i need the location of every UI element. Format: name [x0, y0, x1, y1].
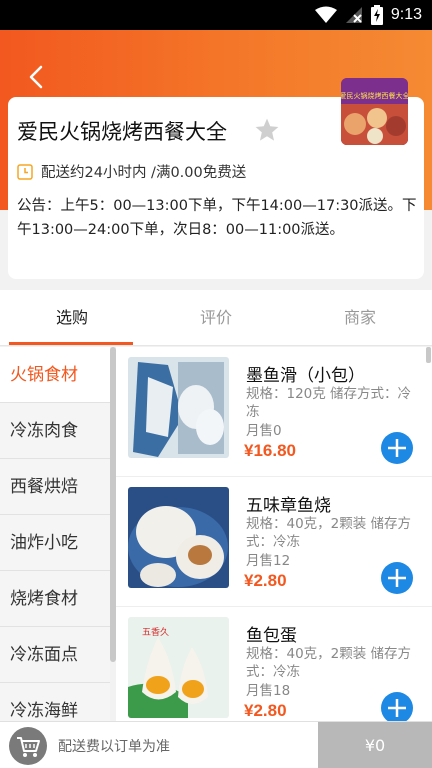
- category-item-western-baking[interactable]: 西餐烘焙: [0, 459, 110, 515]
- store-name: 爱民火锅烧烤西餐大全: [17, 120, 227, 144]
- product-name: 鱼包蛋: [246, 626, 297, 646]
- delivery-info: 配送约24小时内 /满0.00免费送: [17, 161, 246, 182]
- product-item[interactable]: 五味章鱼烧 规格：40克，2颗装 储存方式：冷冻 月售12 ¥2.80: [116, 477, 432, 607]
- category-item-frozen-meat[interactable]: 冷冻肉食: [0, 403, 110, 459]
- category-item-frozen-pastry[interactable]: 冷冻面点: [0, 627, 110, 683]
- category-item-hotpot[interactable]: 火锅食材: [0, 347, 110, 403]
- delivery-fee-note: 配送费以订单为准: [58, 739, 170, 755]
- cart-bar: 配送费以订单为准 ¥0: [0, 721, 432, 768]
- delivery-text: 配送约24小时内 /满0.00免费送: [41, 165, 247, 181]
- category-item-frozen-seafood[interactable]: 冷冻海鲜: [0, 683, 110, 721]
- shopping-cart-icon: [17, 737, 40, 757]
- tab-reviews[interactable]: 评价: [144, 290, 288, 345]
- favorite-star-icon[interactable]: [254, 117, 280, 143]
- tab-merchant[interactable]: 商家: [288, 290, 432, 345]
- add-to-cart-icon[interactable]: [381, 692, 413, 721]
- product-monthly-sales: 月售12: [246, 553, 291, 569]
- product-list-scrollbar[interactable]: [426, 347, 431, 363]
- cart-button[interactable]: [9, 727, 47, 765]
- store-logo: 爱民火锅烧烤西餐大全: [341, 78, 408, 145]
- product-spec: 规格：40克，2颗装 储存方式：冷冻: [246, 516, 412, 549]
- product-spec: 规格：120克 储存方式：冷冻: [246, 386, 412, 419]
- product-package-text: 五香久: [142, 626, 169, 638]
- store-logo-text: 爱民火锅烧烤西餐大全: [341, 91, 408, 100]
- product-item[interactable]: 墨鱼滑（小包） 规格：120克 储存方式：冷冻 月售0 ¥16.80: [116, 347, 432, 477]
- product-spec: 规格：40克，2颗装 储存方式：冷冻: [246, 646, 412, 679]
- product-monthly-sales: 月售0: [246, 423, 282, 439]
- add-to-cart-icon[interactable]: [381, 432, 413, 464]
- product-price: ¥2.80: [244, 571, 287, 590]
- product-price: ¥16.80: [244, 441, 296, 460]
- tab-bar: 选购 评价 商家: [0, 290, 432, 346]
- store-info-card: 爱民火锅烧烤西餐大全 爱民火锅烧烤西餐大全 配送约24小时内 /满0.00免费送…: [8, 78, 424, 279]
- product-image: [128, 357, 229, 458]
- wifi-icon: [314, 6, 337, 23]
- product-monthly-sales: 月售18: [246, 683, 291, 699]
- no-signal-icon: [345, 7, 362, 23]
- status-bar: 9:13: [0, 0, 432, 30]
- add-to-cart-icon[interactable]: [381, 562, 413, 594]
- product-image: 五香久: [128, 617, 229, 718]
- battery-charging-icon: [370, 5, 383, 25]
- category-item-fried-snacks[interactable]: 油炸小吃: [0, 515, 110, 571]
- back-arrow-icon[interactable]: [22, 62, 52, 92]
- clock-icon: [17, 163, 33, 180]
- status-time: 9:13: [390, 6, 422, 23]
- product-item[interactable]: 五香久 鱼包蛋 规格：40克，2颗装 储存方式：冷冻 月售18 ¥2.80: [116, 607, 432, 721]
- product-image: [128, 487, 229, 588]
- checkout-total-button[interactable]: ¥0: [318, 722, 432, 768]
- category-sidebar: 火锅食材 冷冻肉食 西餐烘焙 油炸小吃 烧烤食材 冷冻面点 冷冻海鲜: [0, 347, 110, 721]
- product-name: 五味章鱼烧: [246, 496, 331, 516]
- tab-shop[interactable]: 选购: [0, 290, 144, 345]
- category-item-bbq[interactable]: 烧烤食材: [0, 571, 110, 627]
- product-price: ¥2.80: [244, 701, 287, 720]
- product-name: 墨鱼滑（小包）: [246, 366, 365, 386]
- store-notice: 公告：上午5：00—13:00下单，下午14:00—17:30派送。下午13:0…: [17, 198, 417, 238]
- product-list: 墨鱼滑（小包） 规格：120克 储存方式：冷冻 月售0 ¥16.80 五味章鱼烧…: [116, 347, 432, 721]
